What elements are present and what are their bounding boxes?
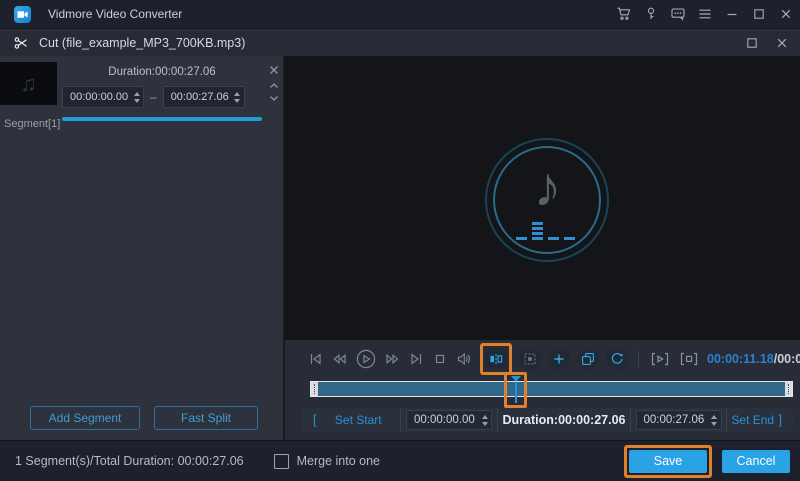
delete-segment-icon[interactable] [268,64,280,76]
cut-dialog-controls [744,35,790,51]
app-logo-icon [14,5,31,23]
add-segment-button[interactable]: Add Segment [30,406,140,430]
save-button-highlight: Save [624,444,712,478]
segment-thumbnail[interactable]: ♫ [0,62,57,105]
split-icon-highlight [480,343,512,375]
start-time-section [400,408,497,432]
set-start-button[interactable]: Set Start [316,413,400,427]
segments-summary: 1 Segment(s)/Total Duration: 00:00:27.06 [15,454,244,468]
window-title: Vidmore Video Converter [48,7,183,21]
end-time-section [630,408,726,432]
play-segment-icon[interactable] [649,351,671,367]
set-end-button[interactable]: Set End [727,413,779,427]
keyframe-icon[interactable] [519,348,541,370]
start-time-input[interactable] [407,414,478,426]
copy-segment-icon[interactable] [577,348,599,370]
playhead-highlight [504,372,528,408]
cut-dialog-titlebar: Cut (file_example_MP3_700KB.mp3) [0,28,800,56]
play-icon[interactable] [355,348,377,370]
segment-duration-label: Duration:00:00:27.06 [108,66,216,78]
minimize-icon[interactable] [724,6,740,22]
scissors-icon [13,35,29,51]
window-titlebar: Vidmore Video Converter [0,0,800,28]
transport-separator [638,351,639,367]
segment-sidebar: ♫ Segment[1] Duration:00:00:27.06 – [0,56,284,440]
merge-option: Merge into one [273,453,380,469]
total-time: 00:00:27.06 [777,352,800,366]
trim-start-handle[interactable] [311,382,318,396]
cart-icon[interactable] [616,6,632,22]
segment-start-spinner[interactable] [130,91,143,103]
sidebar-buttons: Add Segment Fast Split [0,396,283,440]
segment-range-bar[interactable] [62,117,262,121]
volume-icon[interactable] [455,351,473,367]
register-key-icon[interactable] [643,6,659,22]
merge-checkbox[interactable] [273,453,289,469]
add-segment-icon[interactable] [548,348,570,370]
fast-split-button[interactable]: Fast Split [154,406,258,430]
dialog-maximize-icon[interactable] [744,35,760,51]
set-range-bar: [ Set Start Duration:00:00:27.06 Set End [302,408,793,432]
set-end-section: Set End ] [726,408,793,432]
end-bracket: ] [778,413,782,427]
audio-preview: ♪ [285,56,800,340]
segment-start-time-field[interactable] [62,86,144,108]
segment-end-time-field[interactable] [162,86,245,108]
stop-segment-icon[interactable] [678,351,700,367]
stop-icon[interactable] [432,351,448,367]
segment-end-input[interactable] [163,91,231,103]
end-time-field[interactable] [635,410,722,430]
end-time-spinner[interactable] [708,414,721,426]
segment-edit-panel: Duration:00:00:27.06 – [62,60,262,121]
set-start-section: [ Set Start [302,408,400,432]
rewind-icon[interactable] [331,351,348,367]
skip-end-icon[interactable] [408,351,425,367]
merge-label: Merge into one [296,454,380,468]
skip-start-icon[interactable] [307,351,324,367]
transport-bar: 00:00:11.18/00:00:27.06 [285,343,800,375]
split-icon[interactable] [485,348,507,370]
segment-item-controls [268,64,280,104]
reset-icon[interactable] [606,348,628,370]
trim-end-handle[interactable] [785,382,792,396]
maximize-icon[interactable] [751,6,767,22]
move-segment-up-icon[interactable] [268,80,280,90]
duration-section: Duration:00:00:27.06 [497,408,630,432]
main-content: ♪ 00:00:11.18/00:0 [Set Start 00:00:00.… [285,56,800,440]
save-button[interactable]: Save [629,449,707,473]
current-time: 00:00:11.18 [707,352,774,366]
close-icon[interactable] [778,6,794,22]
cancel-button[interactable]: Cancel [722,449,790,473]
playback-controls-panel: 00:00:11.18/00:00:27.06 [ Set Start [285,340,800,440]
dialog-close-icon[interactable] [774,35,790,51]
thumbnail-note-icon: ♫ [20,70,37,96]
segment-end-spinner[interactable] [231,91,244,103]
range-separator: – [150,90,157,104]
playhead-line [514,382,517,403]
time-display: 00:00:11.18/00:00:27.06 [707,352,800,366]
segment-start-input[interactable] [63,91,130,103]
duration-label: Duration:00:00:27.06 [502,413,626,427]
start-time-field[interactable] [406,410,492,430]
end-time-input[interactable] [636,414,708,426]
dialog-actions: Save Cancel [624,444,790,478]
music-note-icon: ♪ [533,155,562,218]
timeline[interactable] [310,372,793,408]
segment-label: Segment[1] [4,118,61,130]
forward-icon[interactable] [384,351,401,367]
equalizer-bars [516,222,575,240]
move-segment-down-icon[interactable] [268,94,280,104]
menu-icon[interactable] [697,6,713,22]
status-bar: 1 Segment(s)/Total Duration: 00:00:27.06… [0,440,800,481]
cut-dialog-title: Cut (file_example_MP3_700KB.mp3) [39,35,246,50]
start-time-spinner[interactable] [478,414,491,426]
feedback-icon[interactable] [670,6,686,22]
titlebar-icons [616,6,794,22]
